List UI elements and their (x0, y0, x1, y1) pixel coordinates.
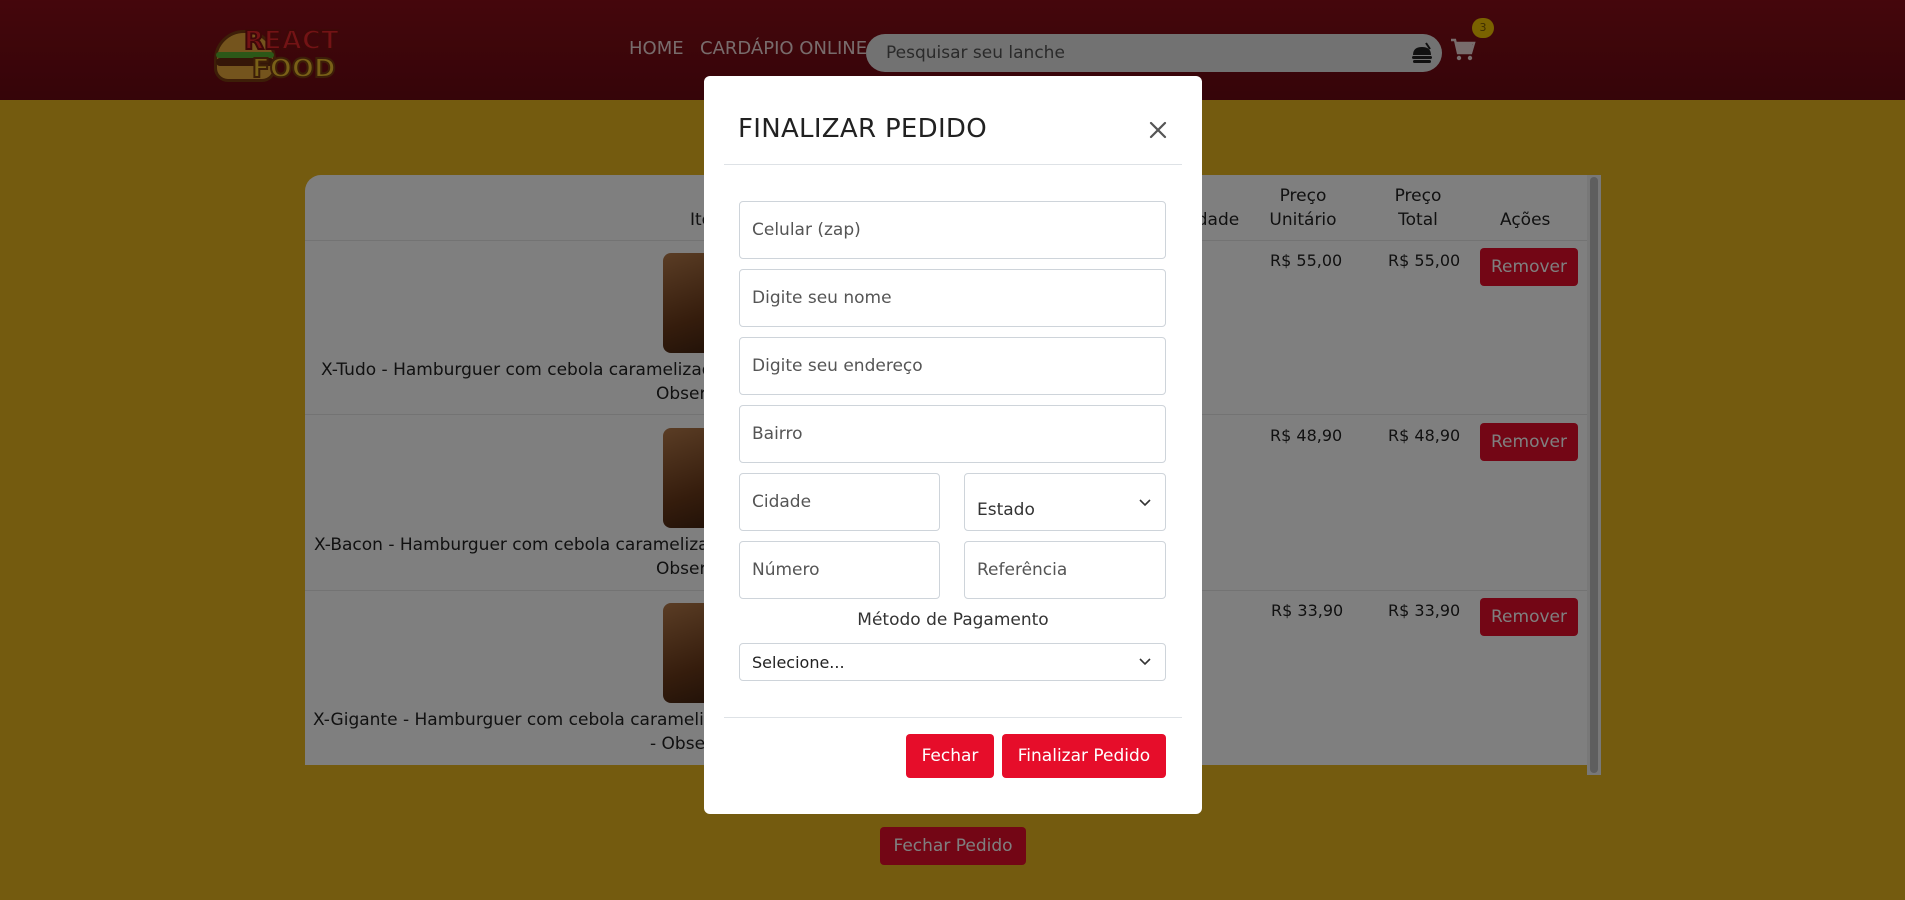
district-field[interactable] (739, 405, 1166, 463)
chevron-down-icon (1139, 658, 1151, 666)
payment-selected-value: Selecione... (752, 653, 845, 672)
payment-method-label: Método de Pagamento (857, 610, 1049, 630)
payment-method-select[interactable]: Selecione... (739, 643, 1166, 681)
phone-input[interactable] (740, 202, 1165, 258)
city-input[interactable] (740, 474, 939, 530)
modal-header-divider (724, 164, 1182, 165)
address-field[interactable] (739, 337, 1166, 395)
address-input[interactable] (740, 338, 1165, 394)
city-field[interactable] (739, 473, 940, 531)
phone-field[interactable] (739, 201, 1166, 259)
checkout-modal: FINALIZAR PEDIDO Estado Método de Pagame… (704, 76, 1202, 814)
reference-field[interactable] (964, 541, 1166, 599)
number-input[interactable] (740, 542, 939, 598)
close-icon[interactable] (1144, 116, 1172, 144)
modal-footer-divider (724, 717, 1182, 718)
reference-input[interactable] (965, 542, 1165, 598)
state-select-label: Estado (977, 500, 1035, 520)
close-modal-button[interactable]: Fechar (906, 734, 994, 778)
state-select[interactable]: Estado (964, 473, 1166, 531)
submit-order-button[interactable]: Finalizar Pedido (1002, 734, 1166, 778)
district-input[interactable] (740, 406, 1165, 462)
name-input[interactable] (740, 270, 1165, 326)
chevron-down-icon (1139, 499, 1151, 507)
name-field[interactable] (739, 269, 1166, 327)
modal-title: FINALIZAR PEDIDO (738, 114, 988, 144)
number-field[interactable] (739, 541, 940, 599)
